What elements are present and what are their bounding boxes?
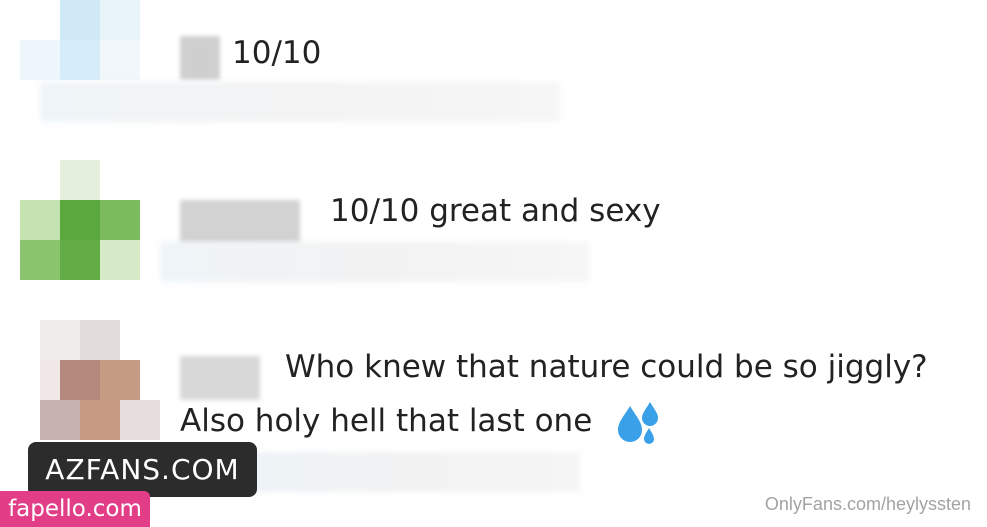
comment-text-line1: Who knew that nature could be so jiggly? [285,349,928,385]
comment-meta-blurred [250,452,580,492]
comment-text-line2: Also holy hell that last one [180,403,593,439]
username-blurred [180,36,220,80]
avatar-blurred [20,160,140,280]
sweat-droplets-icon [618,402,658,444]
comment-text: 10/10 [232,35,322,71]
comment-meta-blurred [160,242,590,282]
comment-meta-blurred [40,82,560,122]
comment-text: 10/10 great and sexy [330,193,661,229]
username-blurred [180,200,300,244]
fapello-watermark-badge: fapello.com [0,491,150,527]
avatar-blurred [20,320,160,450]
onlyfans-watermark: OnlyFans.com/heylyssten [764,494,971,514]
azfans-watermark-badge: AZFANS.COM [28,442,257,497]
username-blurred [180,356,260,400]
